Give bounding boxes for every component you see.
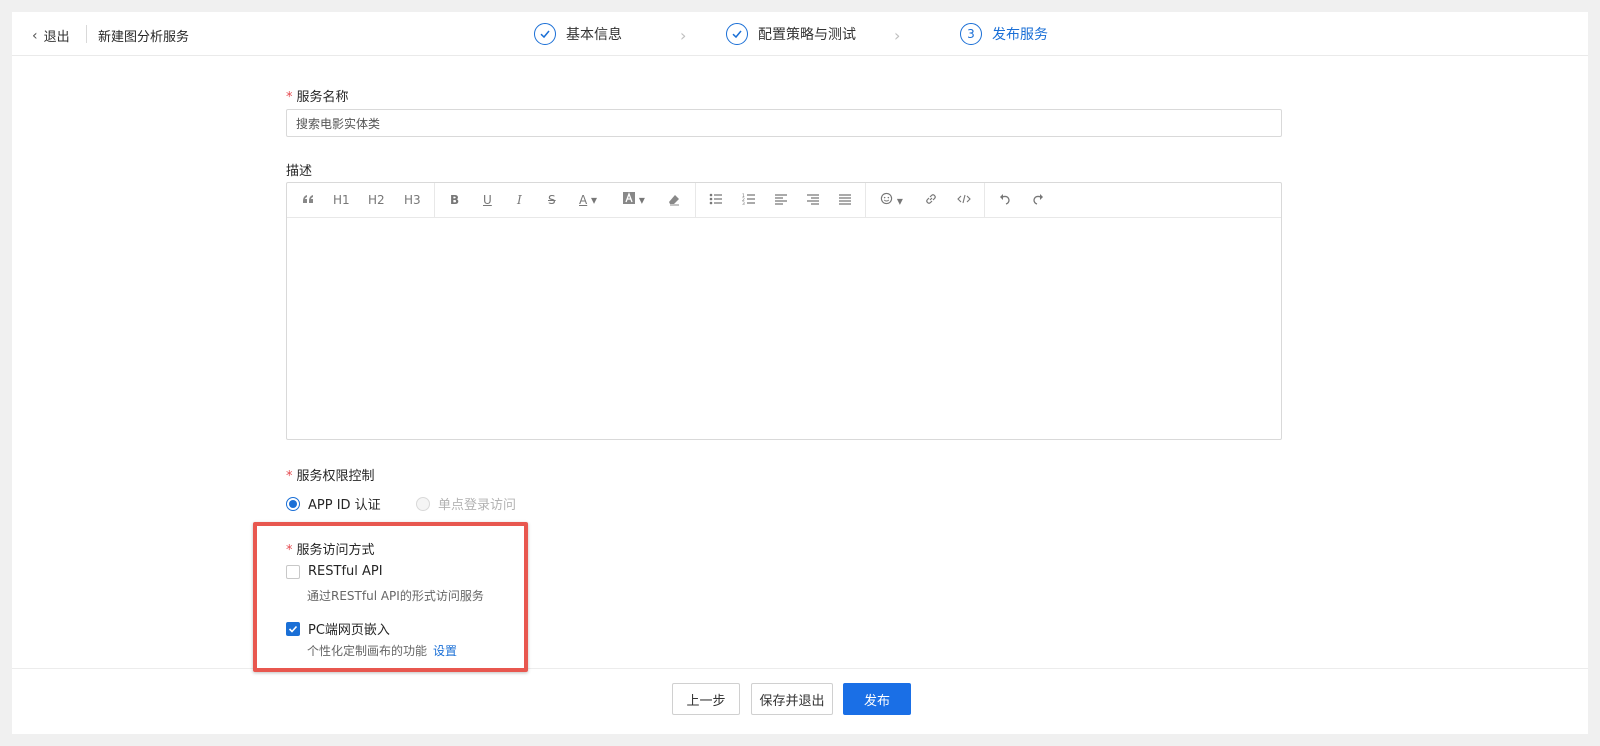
checkbox-pc-embed[interactable]: PC端网页嵌入: [286, 619, 390, 638]
editor-toolbar: H1 H2 H3 B U I S A ▾ ▾ 1 2 3 ▾: [287, 183, 1281, 218]
underline-icon[interactable]: U: [483, 192, 492, 208]
checkbox-checked[interactable]: [286, 621, 300, 636]
auth-control-label: * 服务权限控制: [286, 469, 375, 484]
checkbox-unchecked[interactable]: [286, 564, 300, 579]
checkbox-restful-api[interactable]: RESTful API: [286, 564, 383, 579]
step-label: 配置策略与测试: [758, 27, 856, 43]
step-basic-info[interactable]: 基本信息: [534, 23, 622, 45]
align-justify-icon[interactable]: [838, 192, 852, 208]
required-mark: *: [286, 90, 293, 105]
settings-link[interactable]: 设置: [433, 644, 457, 658]
check-icon: [288, 625, 298, 633]
step-label: 发布服务: [992, 27, 1048, 43]
header-bar: ‹ 退出 新建图分析服务 基本信息 › 配置策略与测试 › 3 发布服务: [12, 12, 1588, 56]
rich-text-editor[interactable]: H1 H2 H3 B U I S A ▾ ▾ 1 2 3 ▾: [286, 182, 1282, 440]
check-icon: [726, 23, 748, 45]
step-label: 基本信息: [566, 27, 622, 43]
link-icon[interactable]: [924, 192, 938, 208]
radio-sso-login: 单点登录访问: [416, 494, 516, 513]
checkbox-label: PC端网页嵌入: [308, 623, 390, 638]
step-config-test[interactable]: 配置策略与测试: [726, 23, 856, 45]
page: ‹ 退出 新建图分析服务 基本信息 › 配置策略与测试 › 3 发布服务 * 服…: [12, 12, 1588, 734]
chevron-right-icon: ›: [894, 26, 901, 45]
description-label: 描述: [286, 164, 313, 179]
heading3-button[interactable]: H3: [404, 192, 421, 208]
restful-api-description: 通过RESTful API的形式访问服务: [307, 589, 484, 603]
strikethrough-icon[interactable]: S: [548, 192, 556, 208]
radio-button-selected[interactable]: [286, 496, 300, 511]
radio-label: 单点登录访问: [438, 498, 517, 513]
pc-embed-description: 个性化定制画布的功能 设置: [307, 644, 458, 658]
toolbar-divider: [434, 183, 435, 217]
italic-icon[interactable]: I: [517, 192, 522, 208]
bulleted-list-icon[interactable]: [709, 192, 723, 208]
editor-content-area[interactable]: [287, 218, 1281, 440]
svg-text:3: 3: [742, 201, 745, 206]
step-indicator: 基本信息 › 配置策略与测试 › 3 发布服务: [12, 12, 1588, 56]
chevron-right-icon: ›: [680, 26, 687, 45]
toolbar-divider: [984, 183, 985, 217]
font-color-icon[interactable]: A ▾: [579, 192, 597, 208]
heading1-button[interactable]: H1: [333, 192, 350, 208]
required-mark: *: [286, 543, 293, 558]
service-name-input[interactable]: [286, 109, 1282, 137]
radio-label: APP ID 认证: [308, 498, 381, 513]
access-method-label: * 服务访问方式: [286, 543, 375, 558]
previous-step-button[interactable]: 上一步: [672, 683, 740, 715]
check-icon: [534, 23, 556, 45]
service-name-label: * 服务名称: [286, 90, 349, 105]
radio-button-disabled: [416, 496, 430, 511]
footer-bar: 上一步 保存并退出 发布: [12, 668, 1588, 734]
toolbar-divider: [695, 183, 696, 217]
checkbox-label: RESTful API: [308, 564, 383, 579]
align-left-icon[interactable]: [774, 192, 788, 208]
align-right-icon[interactable]: [806, 192, 820, 208]
step-number: 3: [960, 23, 982, 45]
toolbar-divider: [865, 183, 866, 217]
undo-icon[interactable]: [998, 192, 1012, 208]
bold-icon[interactable]: B: [450, 192, 459, 208]
background-color-icon[interactable]: ▾: [623, 192, 645, 208]
eraser-icon[interactable]: [667, 192, 681, 208]
numbered-list-icon[interactable]: 123: [742, 192, 756, 208]
heading2-button[interactable]: H2: [368, 192, 385, 208]
radio-app-id[interactable]: APP ID 认证: [286, 494, 381, 513]
code-icon[interactable]: [957, 192, 971, 208]
redo-icon[interactable]: [1031, 192, 1045, 208]
required-mark: *: [286, 469, 293, 484]
step-publish[interactable]: 3 发布服务: [960, 23, 1048, 45]
emoji-icon[interactable]: ▾: [880, 192, 903, 208]
publish-button[interactable]: 发布: [843, 683, 911, 715]
quote-icon[interactable]: [301, 192, 315, 208]
save-and-exit-button[interactable]: 保存并退出: [751, 683, 833, 715]
